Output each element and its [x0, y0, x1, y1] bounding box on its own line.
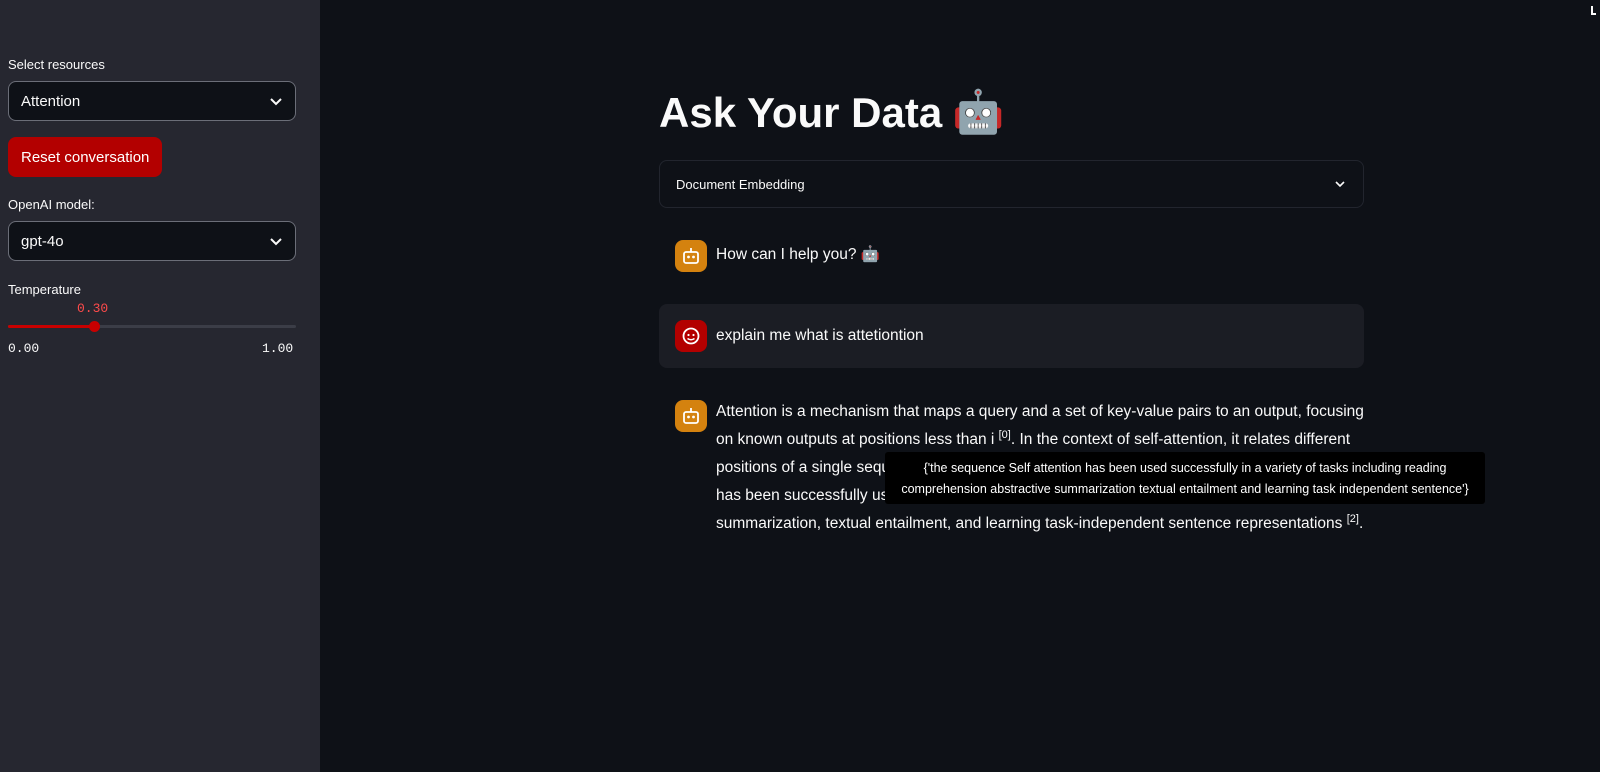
page-title: Ask Your Data 🤖: [659, 88, 1005, 137]
model-select[interactable]: gpt-4o: [8, 221, 296, 261]
bot-avatar-icon: [675, 400, 707, 432]
temperature-value: 0.30: [77, 301, 109, 316]
chat-message-user: explain me what is attetiontion: [659, 304, 1364, 368]
page-title-text: Ask Your Data: [659, 88, 943, 136]
bot-avatar-icon: [675, 240, 707, 272]
citation-0[interactable]: [0]: [999, 429, 1011, 441]
document-embedding-expander[interactable]: Document Embedding: [659, 160, 1364, 208]
chevron-down-icon: [270, 98, 282, 106]
message-text: explain me what is attetiontion: [716, 327, 924, 344]
chat-message-assistant: How can I help you? 🤖: [659, 238, 1364, 278]
citation-2[interactable]: [2]: [1347, 513, 1359, 525]
reset-conversation-button[interactable]: Reset conversation: [8, 137, 163, 177]
temperature-label: Temperature: [8, 282, 81, 297]
resources-label: Select resources: [8, 57, 105, 72]
temperature-max: 1.00: [262, 341, 294, 356]
sidebar: Select resources Attention Reset convers…: [0, 0, 320, 772]
answer-part-3: .: [1358, 515, 1364, 532]
robot-emoji-icon: 🤖: [952, 88, 1005, 135]
slider-fill: [8, 325, 94, 328]
temperature-min: 0.00: [8, 341, 40, 356]
model-label: OpenAI model:: [8, 197, 95, 212]
citation-tooltip: {'the sequence Self attention has been u…: [885, 452, 1485, 504]
slider-thumb[interactable]: [89, 321, 100, 332]
resources-select[interactable]: Attention: [8, 81, 296, 121]
chevron-down-icon: [1335, 181, 1345, 188]
resources-select-value: Attention: [21, 92, 81, 110]
message-text: How can I help you? 🤖: [716, 246, 881, 263]
corner-mark-icon: [1591, 6, 1596, 15]
chevron-down-icon: [270, 238, 282, 246]
temperature-slider[interactable]: [8, 321, 296, 332]
model-select-value: gpt-4o: [21, 232, 64, 250]
user-avatar-icon: [675, 320, 707, 352]
expander-label: Document Embedding: [676, 176, 805, 192]
